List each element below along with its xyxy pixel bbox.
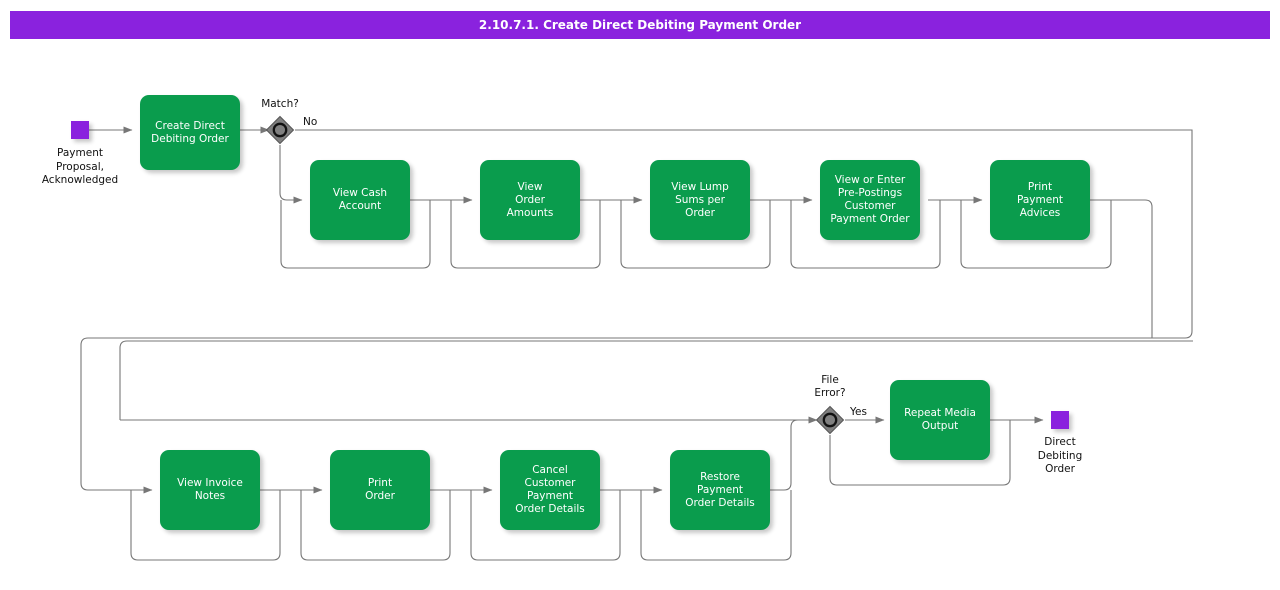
task-print-payment-advices[interactable]: Print Payment Advices <box>990 160 1090 240</box>
start-event-label: Payment Proposal, Acknowledged <box>41 147 119 186</box>
flow-match-down-to-row2 <box>279 145 303 204</box>
task-label: View Order Amounts <box>506 180 554 219</box>
task-view-lump-sums-per-order[interactable]: View Lump Sums per Order <box>650 160 750 240</box>
task-create-direct-debiting-order[interactable]: Create Direct Debiting Order <box>140 95 240 170</box>
task-view-or-enter-pre-postings-customer-payment-order[interactable]: View or Enter Pre-Postings Customer Paym… <box>820 160 920 240</box>
task-label: Print Payment Advices <box>1017 180 1063 219</box>
flow-label-no: No <box>303 116 318 128</box>
gateway-file-error[interactable] <box>815 405 845 435</box>
gateway-inclusive-circle-icon <box>272 122 288 138</box>
task-label: View or Enter Pre-Postings Customer Paym… <box>830 174 910 225</box>
task-label: Create Direct Debiting Order <box>151 119 229 145</box>
task-print-order[interactable]: Print Order <box>330 450 430 530</box>
task-label: View Invoice Notes <box>177 477 243 502</box>
task-label: Repeat Media Output <box>904 407 976 432</box>
end-event-node[interactable] <box>1051 411 1069 429</box>
page-title: 2.10.7.1. Create Direct Debiting Payment… <box>478 18 802 32</box>
gateway-match-label: Match? <box>261 98 299 110</box>
task-label: View Lump Sums per Order <box>671 180 729 219</box>
flow-label-yes: Yes <box>850 406 867 418</box>
flow-restore-to-fileerror <box>770 416 818 491</box>
task-repeat-media-output[interactable]: Repeat Media Output <box>890 380 990 460</box>
task-label: Cancel Customer Payment Order Details <box>515 464 585 515</box>
task-restore-payment-order-details[interactable]: Restore Payment Order Details <box>670 450 770 530</box>
task-label: View Cash Account <box>332 187 388 212</box>
diagram-canvas: 2.10.7.1. Create Direct Debiting Payment… <box>0 0 1280 590</box>
gateway-inclusive-circle-icon <box>822 412 838 428</box>
task-label: Print Order <box>365 477 395 502</box>
start-event-node[interactable] <box>71 121 89 139</box>
gateway-file-error-label: File Error? <box>814 374 846 399</box>
gateway-match[interactable] <box>265 115 295 145</box>
task-cancel-customer-payment-order-details[interactable]: Cancel Customer Payment Order Details <box>500 450 600 530</box>
bypass-row3-long-top <box>119 340 1193 420</box>
flow-advices-to-rail <box>1090 199 1153 338</box>
task-view-invoice-notes[interactable]: View Invoice Notes <box>160 450 260 530</box>
end-event-label: Direct Debiting Order <box>1037 436 1083 475</box>
task-view-cash-account[interactable]: View Cash Account <box>310 160 410 240</box>
task-label: Restore Payment Order Details <box>685 470 755 509</box>
diagram-title-bar: 2.10.7.1. Create Direct Debiting Payment… <box>10 11 1270 39</box>
task-view-order-amounts[interactable]: View Order Amounts <box>480 160 580 240</box>
